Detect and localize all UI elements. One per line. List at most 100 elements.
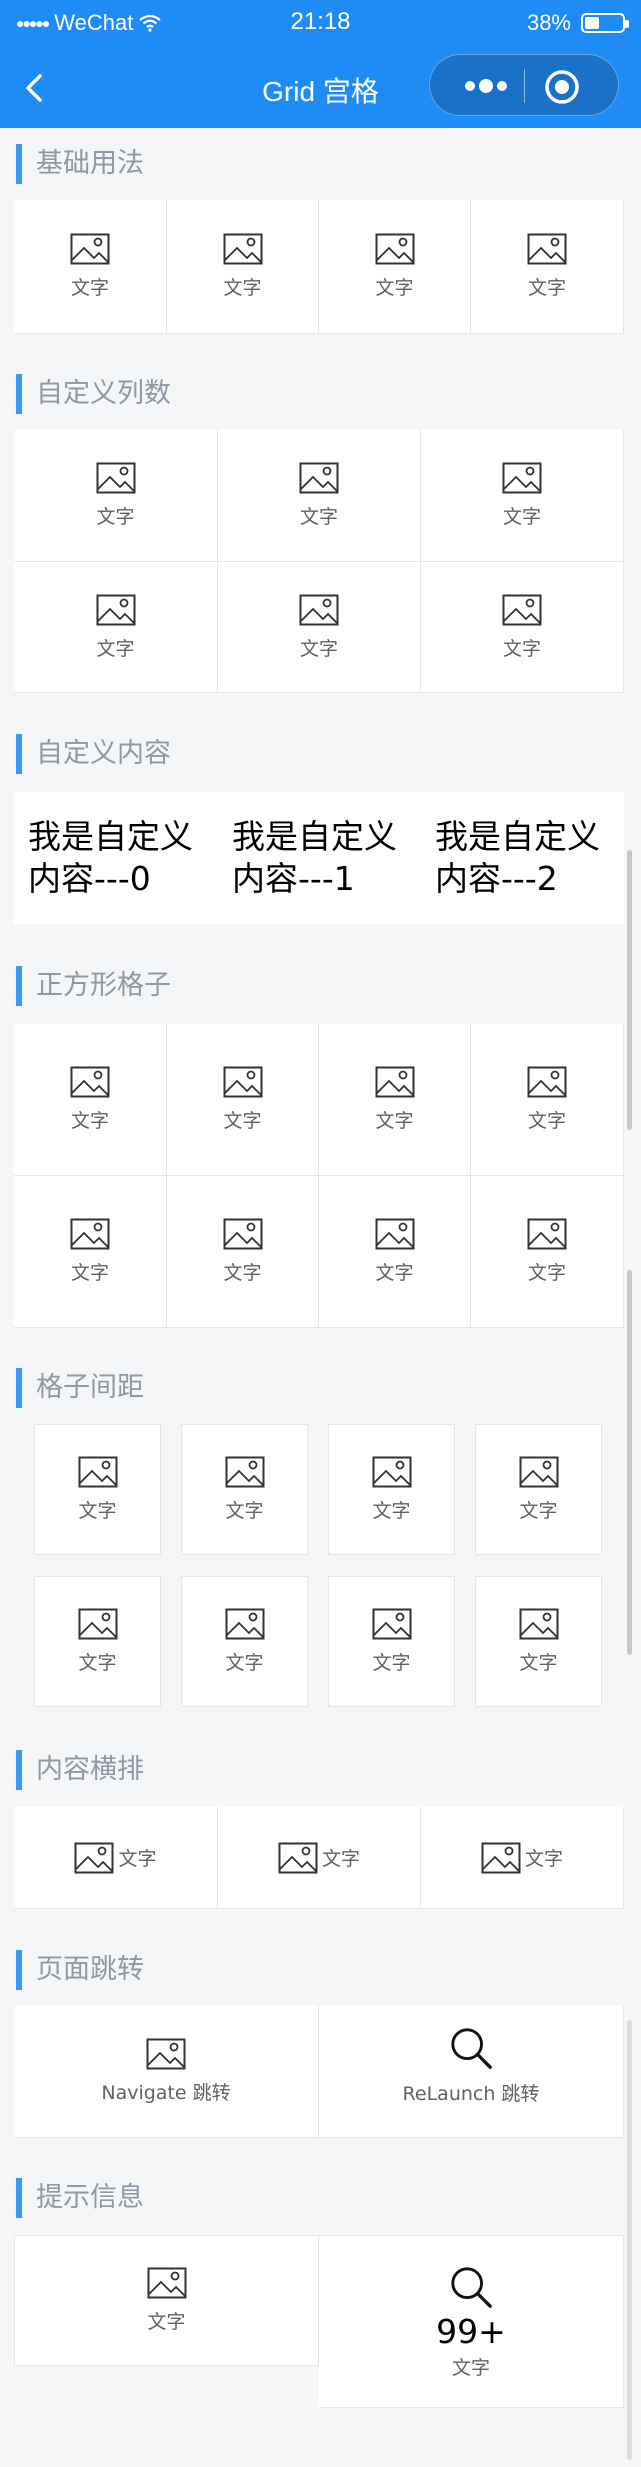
image-icon: [519, 1456, 559, 1488]
relaunch-label: ReLaunch 跳转: [402, 2083, 540, 2105]
grid-item[interactable]: 我是自定义内容---2: [421, 792, 624, 924]
grid-item[interactable]: 文字: [421, 1807, 624, 1909]
grid-item[interactable]: 文字: [319, 200, 471, 334]
grid-item[interactable]: 文字: [218, 562, 421, 693]
scrollbar[interactable]: [627, 850, 632, 1130]
grid-item[interactable]: 文字: [167, 1024, 319, 1176]
grid-item[interactable]: 文字: [167, 1176, 319, 1328]
grid-item[interactable]: 文字: [181, 1424, 308, 1555]
navigate-label: Navigate 跳转: [101, 2082, 231, 2104]
grid-navigate: Navigate 跳转 ReLaunch 跳转: [14, 2006, 624, 2138]
search-icon: [448, 2025, 494, 2071]
section-title-custom: 自定义内容: [16, 734, 171, 774]
navigate-link[interactable]: Navigate 跳转: [14, 2006, 319, 2138]
grid-item-with-badge[interactable]: 99+ 文字: [319, 2235, 624, 2408]
image-icon: [223, 1218, 263, 1250]
grid-item-label: 文字: [527, 1262, 566, 1284]
battery-icon: [581, 13, 629, 33]
grid-item[interactable]: 文字: [34, 1424, 161, 1555]
grid-item[interactable]: 文字: [167, 200, 319, 334]
grid-item-label: 文字: [225, 1500, 264, 1522]
image-icon: [78, 1456, 118, 1488]
grid-item-label: 文字: [451, 2356, 490, 2379]
grid-item[interactable]: 文字: [471, 1176, 624, 1328]
grid-item-label: 文字: [375, 1262, 414, 1284]
grid-item[interactable]: 文字: [475, 1424, 602, 1555]
grid-item[interactable]: 文字: [14, 562, 218, 693]
grid-item-label: 文字: [519, 1652, 558, 1674]
section-title-navigate: 页面跳转: [16, 1950, 144, 1990]
grid-item[interactable]: 我是自定义内容---1: [218, 792, 421, 924]
grid-item-label: 文字: [372, 1500, 411, 1522]
grid-item[interactable]: 文字: [319, 1024, 471, 1176]
grid-item[interactable]: 文字: [181, 1576, 308, 1707]
grid-item[interactable]: 文字: [421, 430, 624, 562]
custom-content: 我是自定义内容---2: [435, 817, 600, 898]
grid-item-label: 文字: [118, 1848, 157, 1870]
image-icon: [481, 1842, 521, 1874]
grid-item[interactable]: 文字: [14, 2235, 319, 2366]
image-icon: [527, 1066, 567, 1098]
image-icon: [147, 2267, 187, 2299]
grid-item[interactable]: 文字: [14, 200, 167, 334]
section-title-horizontal: 内容横排: [16, 1750, 144, 1790]
grid-item[interactable]: 我是自定义内容---0: [14, 792, 218, 924]
grid-item-label: 文字: [78, 1500, 117, 1522]
image-icon: [519, 1608, 559, 1640]
grid-item-label: 文字: [299, 506, 338, 528]
grid-item[interactable]: 文字: [14, 1176, 167, 1328]
grid-horizontal: 文字 文字 文字: [14, 1807, 624, 1909]
image-icon: [527, 233, 567, 265]
scrollbar[interactable]: [627, 2020, 632, 2460]
grid-item-label: 文字: [524, 1848, 563, 1870]
grid-item-label: 文字: [375, 1110, 414, 1132]
grid-item[interactable]: 文字: [34, 1576, 161, 1707]
image-icon: [74, 1842, 114, 1874]
capsule-divider: [524, 69, 525, 103]
grid-item[interactable]: 文字: [218, 430, 421, 562]
scrollbar[interactable]: [627, 1555, 632, 1655]
image-icon: [372, 1456, 412, 1488]
grid-item-label: 文字: [299, 637, 338, 660]
search-icon: [448, 2264, 494, 2310]
grid-item-label: 文字: [96, 506, 135, 528]
grid-item-label: 文字: [70, 1110, 109, 1132]
custom-content: 我是自定义内容---0: [28, 817, 193, 898]
image-icon: [299, 594, 339, 626]
image-icon: [375, 1066, 415, 1098]
image-icon: [70, 1218, 110, 1250]
grid-item-label: 文字: [375, 277, 414, 299]
relaunch-link[interactable]: ReLaunch 跳转: [319, 2006, 624, 2138]
image-icon: [502, 462, 542, 494]
more-icon[interactable]: [456, 71, 516, 101]
scrollbar[interactable]: [627, 1270, 632, 1570]
image-icon: [96, 594, 136, 626]
grid-gutter: 文字 文字 文字 文字 文字 文字 文字 文字: [14, 1424, 624, 1714]
grid-item[interactable]: 文字: [471, 200, 624, 334]
grid-item[interactable]: 文字: [14, 1807, 218, 1909]
grid-item-label: 文字: [223, 277, 262, 299]
grid-item-label: 文字: [223, 1262, 262, 1284]
grid-custom: 我是自定义内容---0 我是自定义内容---1 我是自定义内容---2: [14, 792, 624, 924]
close-target-icon[interactable]: [542, 67, 582, 107]
grid-item[interactable]: 文字: [328, 1576, 455, 1707]
grid-item-label: 文字: [527, 1110, 566, 1132]
grid-item[interactable]: 文字: [328, 1424, 455, 1555]
image-icon: [70, 1066, 110, 1098]
section-title-square: 正方形格子: [16, 966, 171, 1006]
nav-bar: Grid 宫格: [0, 48, 641, 128]
image-icon: [96, 462, 136, 494]
mini-program-capsule: [429, 54, 619, 116]
grid-item[interactable]: 文字: [471, 1024, 624, 1176]
grid-item[interactable]: 文字: [14, 1024, 167, 1176]
grid-item[interactable]: 文字: [421, 562, 624, 693]
grid-item[interactable]: 文字: [218, 1807, 421, 1909]
grid-item[interactable]: 文字: [319, 1176, 471, 1328]
grid-item[interactable]: 文字: [475, 1576, 602, 1707]
image-icon: [70, 233, 110, 265]
grid-item-label: 文字: [223, 1110, 262, 1132]
status-bar: ●●●●● WeChat 21:18 38%: [0, 0, 641, 48]
image-icon: [502, 594, 542, 626]
grid-item-label: 文字: [96, 637, 135, 660]
grid-item[interactable]: 文字: [14, 430, 218, 562]
